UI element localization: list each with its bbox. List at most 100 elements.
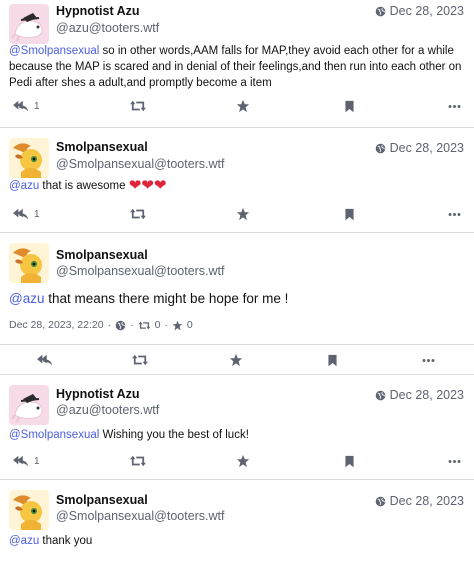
post-text: thank you	[39, 535, 93, 547]
mention-link[interactable]: @Smolpansexual	[9, 429, 99, 441]
action-bar: 1	[0, 96, 474, 116]
separator: ·	[164, 319, 168, 331]
avatar[interactable]	[9, 385, 49, 425]
mention-link[interactable]: @azu	[9, 180, 39, 192]
status-post[interactable]: Hypnotist Azu @azu@tooters.wtf Dec 28, 2…	[0, 0, 474, 128]
boost-button[interactable]	[129, 96, 147, 116]
reply-count: 1	[34, 455, 40, 467]
globe-icon	[375, 496, 386, 507]
display-name[interactable]: Hypnotist Azu	[56, 4, 140, 18]
account-handle[interactable]: @azu@tooters.wtf	[56, 403, 159, 417]
reply-button[interactable]	[36, 350, 54, 370]
avatar[interactable]	[9, 243, 49, 283]
more-button[interactable]	[448, 451, 461, 471]
favourite-icon	[172, 320, 183, 331]
post-text: Wishing you the best of luck!	[99, 429, 249, 441]
more-icon	[448, 208, 461, 221]
avatar[interactable]	[9, 490, 49, 530]
post-content: @Smolpansexual Wishing you the best of l…	[9, 427, 462, 443]
boost-icon	[129, 207, 147, 221]
status-post[interactable]: Smolpansexual @Smolpansexual@tooters.wtf…	[0, 480, 474, 562]
reply-button[interactable]: 1	[12, 96, 40, 116]
favourite-button[interactable]	[229, 350, 243, 370]
display-name[interactable]: Smolpansexual	[56, 248, 148, 262]
reply-button[interactable]: 1	[12, 451, 40, 471]
bookmark-button[interactable]	[343, 204, 356, 224]
bookmark-button[interactable]	[326, 350, 339, 370]
more-icon	[422, 354, 435, 367]
bookmark-icon	[343, 208, 356, 221]
status-timestamp[interactable]: Dec 28, 2023, 22:20	[9, 319, 104, 331]
reply-icon	[36, 353, 54, 367]
favourite-count[interactable]: 0	[187, 319, 193, 331]
heart-emoji: ❤❤❤	[128, 177, 167, 194]
action-bar	[0, 344, 474, 374]
boost-button[interactable]	[129, 451, 147, 471]
post-content: @azu that is awesome ❤❤❤	[9, 178, 462, 194]
avatar[interactable]	[9, 138, 49, 178]
more-button[interactable]	[448, 96, 461, 116]
status-post[interactable]: Hypnotist Azu @azu@tooters.wtf Dec 28, 2…	[0, 375, 474, 480]
display-name[interactable]: Hypnotist Azu	[56, 387, 140, 401]
status-post[interactable]: Smolpansexual @Smolpansexual@tooters.wtf…	[0, 128, 474, 233]
post-date[interactable]: Dec 28, 2023	[375, 494, 464, 508]
boost-icon	[129, 454, 147, 468]
separator: ·	[130, 319, 134, 331]
favourite-button[interactable]	[236, 204, 250, 224]
favourite-icon	[229, 353, 243, 367]
boost-icon	[138, 320, 151, 331]
mention-link[interactable]: @azu	[9, 535, 39, 547]
favourite-icon	[236, 207, 250, 221]
favourite-icon	[236, 454, 250, 468]
date-text: Dec 28, 2023	[389, 388, 464, 402]
post-date[interactable]: Dec 28, 2023	[375, 4, 464, 18]
focused-status: Smolpansexual @Smolpansexual@tooters.wtf…	[0, 233, 474, 375]
bookmark-button[interactable]	[343, 96, 356, 116]
date-text: Dec 28, 2023	[389, 141, 464, 155]
bookmark-icon	[343, 455, 356, 468]
post-content: @Smolpansexual so in other words,AAM fal…	[9, 43, 462, 91]
favourite-button[interactable]	[236, 96, 250, 116]
bookmark-icon	[326, 354, 339, 367]
boost-count[interactable]: 0	[155, 319, 161, 331]
globe-icon	[375, 6, 386, 17]
post-content: @azu that means there might be hope for …	[9, 290, 462, 308]
separator: ·	[107, 319, 112, 331]
more-button[interactable]	[422, 350, 435, 370]
globe-icon	[375, 390, 386, 401]
avatar[interactable]	[9, 4, 49, 44]
post-date[interactable]: Dec 28, 2023	[375, 141, 464, 155]
globe-icon	[375, 143, 386, 154]
more-button[interactable]	[448, 204, 461, 224]
account-handle[interactable]: @Smolpansexual@tooters.wtf	[56, 157, 225, 171]
reply-count: 1	[34, 100, 40, 112]
post-content: @azu thank you	[9, 533, 462, 549]
reply-count: 1	[34, 208, 40, 220]
boost-icon	[131, 353, 149, 367]
account-handle[interactable]: @Smolpansexual@tooters.wtf	[56, 264, 225, 278]
action-bar: 1	[0, 204, 474, 224]
action-bar: 1	[0, 451, 474, 471]
more-icon	[448, 455, 461, 468]
post-text: that is awesome	[39, 180, 129, 192]
post-date[interactable]: Dec 28, 2023	[375, 388, 464, 402]
mention-link[interactable]: @Smolpansexual	[9, 45, 99, 57]
favourite-button[interactable]	[236, 451, 250, 471]
account-handle[interactable]: @Smolpansexual@tooters.wtf	[56, 509, 225, 523]
date-text: Dec 28, 2023	[389, 494, 464, 508]
mention-link[interactable]: @azu	[9, 291, 44, 306]
date-text: Dec 28, 2023	[389, 4, 464, 18]
display-name[interactable]: Smolpansexual	[56, 140, 148, 154]
display-name[interactable]: Smolpansexual	[56, 493, 148, 507]
boost-icon	[129, 99, 147, 113]
post-text: that means there might be hope for me !	[44, 291, 289, 306]
boost-button[interactable]	[129, 204, 147, 224]
globe-icon	[115, 320, 126, 331]
reply-button[interactable]: 1	[12, 204, 40, 224]
bookmark-button[interactable]	[343, 451, 356, 471]
account-handle[interactable]: @azu@tooters.wtf	[56, 21, 159, 35]
reply-icon	[12, 99, 30, 113]
favourite-icon	[236, 99, 250, 113]
reply-icon	[12, 207, 30, 221]
boost-button[interactable]	[131, 350, 149, 370]
